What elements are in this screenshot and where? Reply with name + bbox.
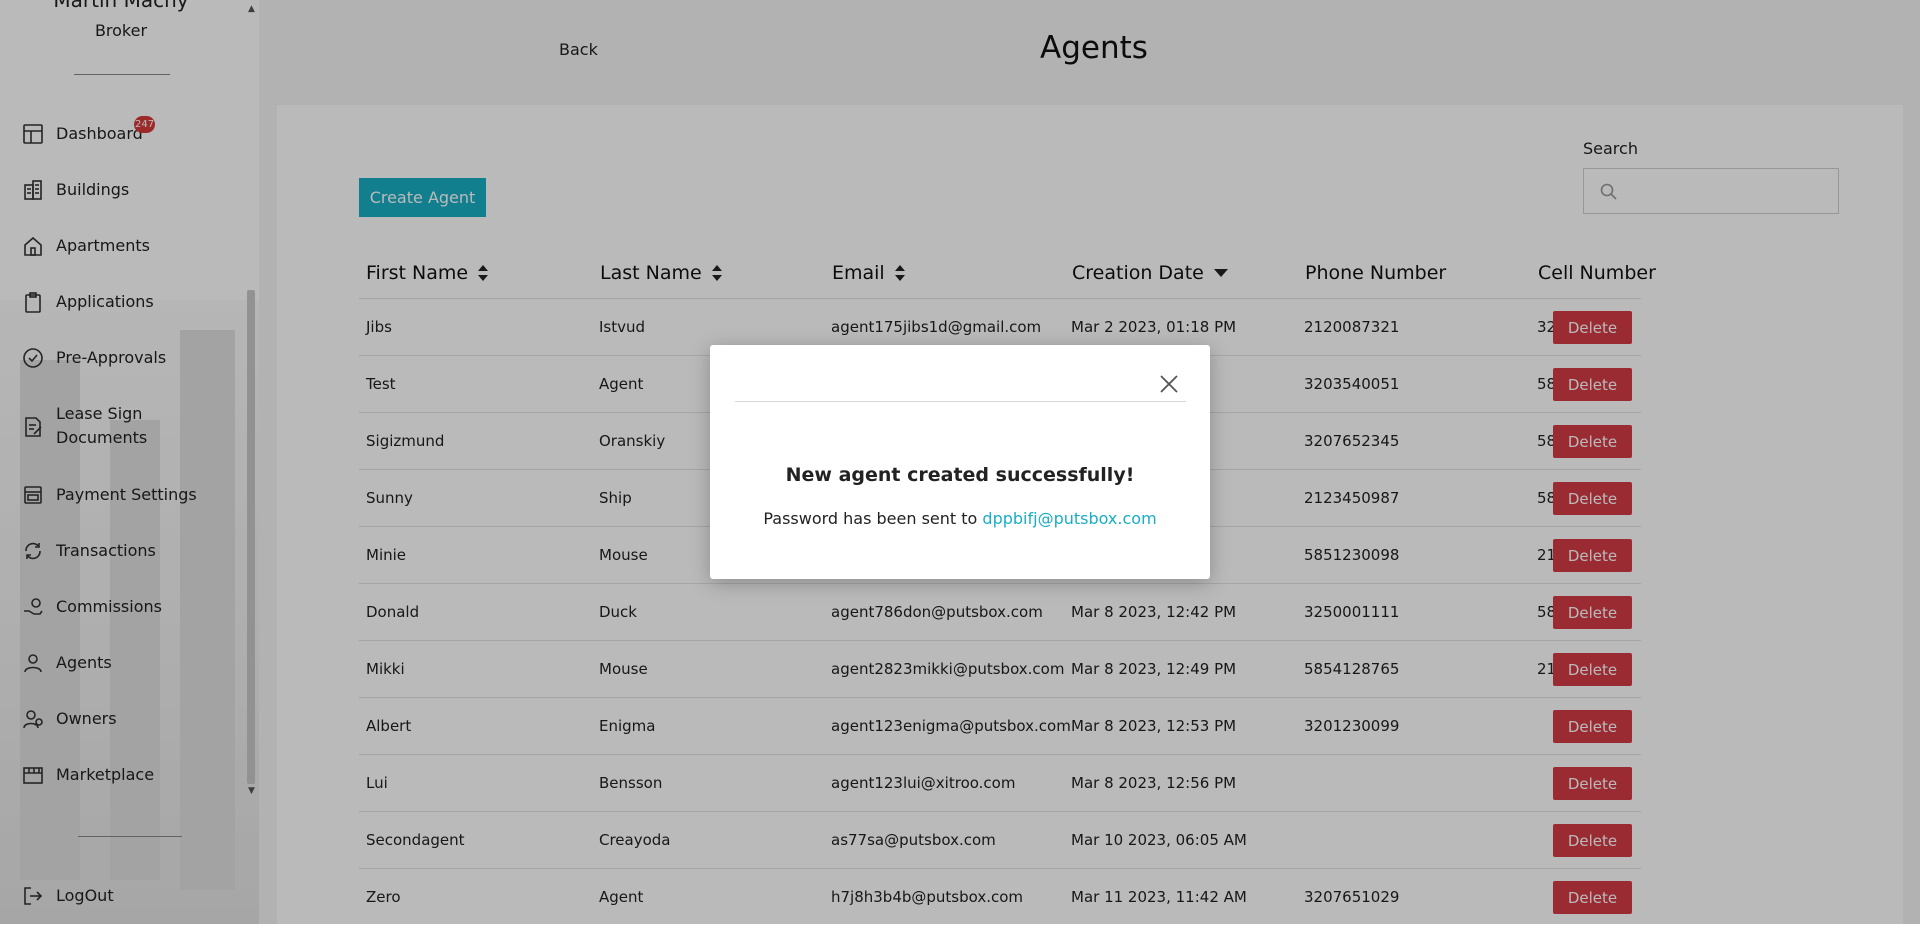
modal-message-text: Password has been sent to (763, 509, 978, 528)
modal-divider (735, 401, 1186, 402)
success-modal: New agent created successfully! Password… (710, 345, 1210, 579)
modal-email-link[interactable]: dppbifj@putsbox.com (982, 509, 1156, 528)
modal-message: Password has been sent to dppbifj@putsbo… (710, 509, 1210, 528)
close-icon[interactable] (1157, 372, 1181, 396)
modal-title: New agent created successfully! (785, 464, 1135, 486)
modal-overlay[interactable]: New agent created successfully! Password… (0, 0, 1920, 924)
